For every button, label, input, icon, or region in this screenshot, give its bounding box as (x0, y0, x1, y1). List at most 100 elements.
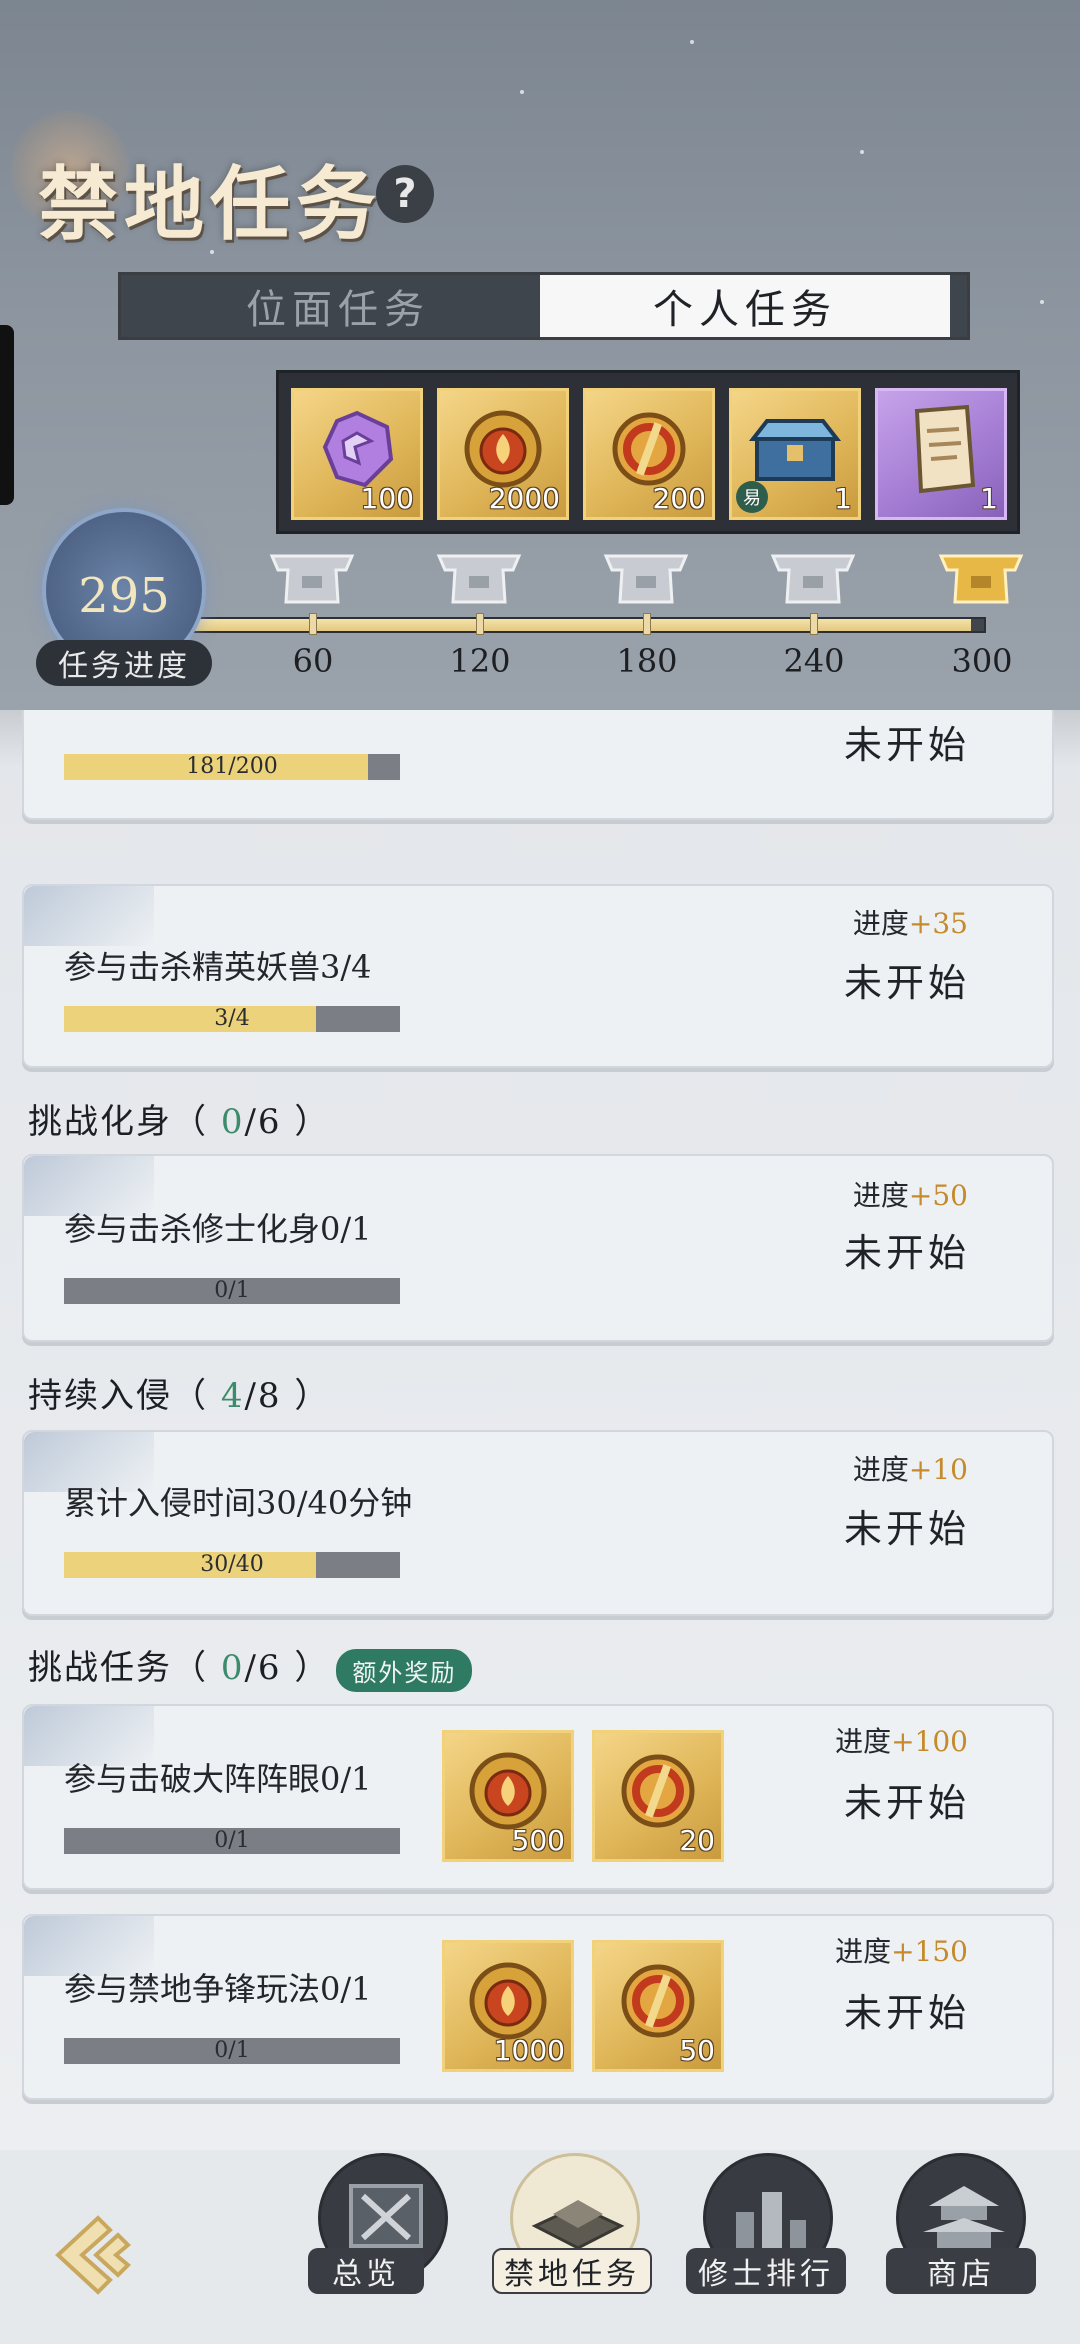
milestone-tick (810, 613, 818, 635)
task-reward-item[interactable]: 500 (442, 1730, 574, 1862)
progress-plus: +35 (908, 907, 968, 940)
task-status: 未开始 (843, 1507, 970, 1551)
reward-qty: 1 (834, 482, 852, 515)
easy-badge: 易 (736, 481, 768, 513)
section-name: 持续入侵 (28, 1376, 172, 1416)
task-reward-item[interactable]: 20 (592, 1730, 724, 1862)
red-jade-medal-icon (621, 1964, 695, 2038)
section-heading: 挑战化身（ 0/6 ） (28, 1102, 331, 1142)
task-progress-text: 30/40 (200, 1552, 264, 1577)
progress-value: 295 (78, 568, 170, 624)
task-reward-item[interactable]: 1000 (442, 1940, 574, 2072)
progress-word: 进度 (852, 1179, 909, 1212)
task-progress-text: 0/1 (214, 2038, 250, 2063)
task-card[interactable]: 累计入侵时间30/40分钟 30/40 进度+10 未开始 (22, 1430, 1054, 1616)
reward-qty: 20 (679, 1824, 715, 1857)
side-handle[interactable] (0, 325, 14, 505)
section-name: 挑战化身 (28, 1102, 172, 1142)
task-card[interactable]: 参与禁地争锋玩法0/1 0/1 1000 50 进度+150 未开始 (22, 1914, 1054, 2100)
task-card[interactable]: 参与击破大阵阵眼0/1 0/1 500 20 进度+100 未开始 (22, 1704, 1054, 1890)
milestone-label: 60 (292, 642, 334, 680)
task-progress-bar: 3/4 (64, 1006, 400, 1032)
milestone-label: 240 (783, 642, 845, 680)
reward-item[interactable]: 2000 (437, 388, 569, 520)
help-icon[interactable]: ? (376, 165, 434, 223)
milestone-label: 180 (616, 642, 678, 680)
tab-personal-tasks[interactable]: 个人任务 (540, 275, 950, 337)
star-decoration (520, 90, 524, 94)
reward-qty: 100 (360, 482, 414, 515)
progress-word: 进度 (852, 907, 909, 940)
task-progress-reward: 进度+35 (853, 902, 968, 942)
task-progress-reward: 进度+50 (853, 1174, 968, 1214)
nav-forbidden-tasks-label[interactable]: 禁地任务 (492, 2248, 652, 2294)
section-heading: 挑战任务（ 0/6 ）额外奖励 (28, 1640, 473, 1692)
nav-ranking-label[interactable]: 修士排行 (686, 2248, 846, 2294)
treasure-chest-icon (748, 418, 842, 481)
red-jade-medal-icon (612, 412, 686, 486)
back-arrow-icon[interactable] (48, 2210, 148, 2300)
tab-plane-tasks[interactable]: 位面任务 (138, 275, 538, 337)
reward-qty: 1 (980, 482, 998, 515)
milestone-chest-icon[interactable] (266, 546, 358, 612)
task-reward-item[interactable]: 50 (592, 1940, 724, 2072)
task-name: 参与禁地争锋玩法0/1 (64, 1970, 372, 2008)
task-progress-text: 0/1 (214, 1278, 250, 1303)
star-decoration (860, 150, 864, 154)
progress-word: 进度 (835, 1935, 892, 1968)
section-done: 4 (220, 1376, 245, 1416)
progress-word: 进度 (852, 1453, 909, 1486)
extra-reward-badge[interactable]: 额外奖励 (336, 1648, 473, 1692)
progress-plus: +10 (908, 1453, 968, 1486)
task-progress-text: 0/1 (214, 1828, 250, 1853)
task-list[interactable]: 未开始 181/200 参与击杀精英妖兽3/4 3/4 进度+35 未开始 挑战… (0, 710, 1080, 2150)
section-total: 6 (257, 1648, 282, 1688)
task-name: 累计入侵时间30/40分钟 (64, 1484, 413, 1522)
task-progress-reward: 进度+100 (835, 1720, 968, 1760)
reward-item[interactable]: 易 1 (729, 388, 861, 520)
milestone-tick (476, 613, 484, 635)
task-card[interactable]: 参与击杀精英妖兽3/4 3/4 进度+35 未开始 (22, 884, 1054, 1068)
milestone-chest-icon[interactable] (600, 546, 692, 612)
reward-item[interactable]: 1 (875, 388, 1007, 520)
reward-item[interactable]: 200 (583, 388, 715, 520)
fire-dragon-coin-icon (464, 410, 542, 488)
section-heading: 持续入侵（ 4/8 ） (28, 1376, 331, 1416)
task-status: 未开始 (843, 1781, 970, 1825)
task-progress-text: 3/4 (214, 1006, 250, 1031)
reward-qty: 50 (679, 2034, 715, 2067)
section-total: 6 (257, 1102, 282, 1142)
reward-qty: 2000 (488, 482, 560, 515)
progress-label: 任务进度 (36, 640, 212, 686)
task-progress-bar: 30/40 (64, 1552, 400, 1578)
section-done: 0 (220, 1648, 245, 1688)
milestone-tick (309, 613, 317, 635)
task-status: 未开始 (843, 723, 970, 767)
reward-preview-panel: 100 2000 200 易 1 1 (276, 370, 1020, 534)
progress-plus: +50 (908, 1179, 968, 1212)
task-status: 未开始 (843, 961, 970, 1005)
milestone-chest-icon[interactable] (767, 546, 859, 612)
task-status: 未开始 (843, 1991, 970, 2035)
task-progress-reward: 进度+150 (835, 1930, 968, 1970)
task-name: 参与击破大阵阵眼0/1 (64, 1760, 372, 1798)
section-total: 8 (257, 1376, 282, 1416)
header-panel: 禁地任务 ? 位面任务 个人任务 100 2000 200 易 1 1 60 1… (0, 0, 1080, 710)
task-progress-bar: 0/1 (64, 1828, 400, 1854)
nav-shop-label[interactable]: 商店 (886, 2248, 1036, 2294)
task-progress-reward: 进度+10 (853, 1448, 968, 1488)
task-card[interactable]: 参与击杀修士化身0/1 0/1 进度+50 未开始 (22, 1154, 1054, 1342)
reward-item[interactable]: 100 (291, 388, 423, 520)
milestone-chest-icon[interactable] (433, 546, 525, 612)
milestone-label: 120 (449, 642, 511, 680)
reward-qty: 1000 (493, 2034, 565, 2067)
progress-plus: +100 (891, 1725, 968, 1758)
reward-qty: 500 (511, 1824, 565, 1857)
task-progress-bar: 181/200 (64, 754, 400, 780)
task-card[interactable]: 未开始 181/200 (22, 710, 1054, 820)
nav-overview-label[interactable]: 总览 (308, 2248, 424, 2294)
task-tabs: 位面任务 个人任务 (118, 272, 970, 340)
milestone-chest-icon[interactable] (935, 546, 1027, 612)
fire-dragon-coin-icon (469, 1962, 547, 2040)
bottom-nav: 总览 禁地任务 修士排行 商店 (0, 2150, 1080, 2344)
